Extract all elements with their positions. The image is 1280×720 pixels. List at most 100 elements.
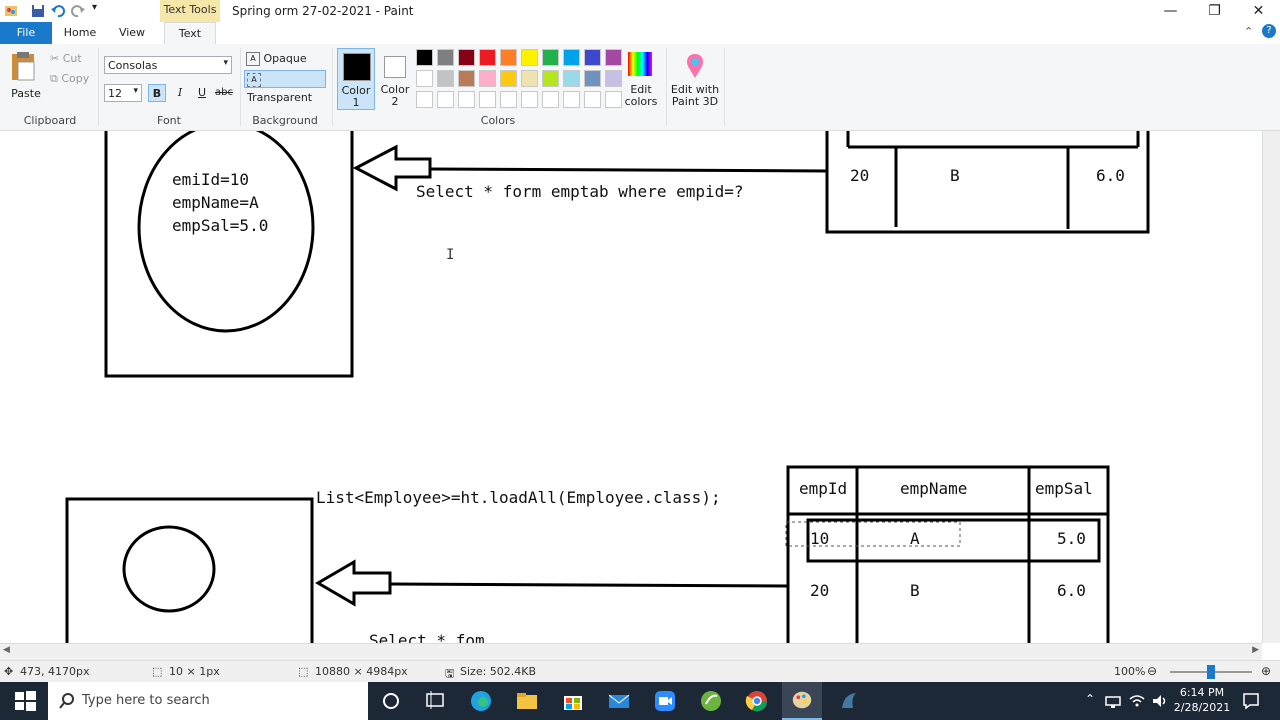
palette-swatch[interactable]: [584, 91, 601, 108]
store-icon[interactable]: [560, 688, 586, 714]
opaque-button[interactable]: A Opaque: [246, 50, 326, 68]
close-button[interactable]: ✕: [1236, 0, 1280, 22]
collapse-ribbon-icon[interactable]: ⌃: [1244, 25, 1253, 38]
palette-swatch[interactable]: [521, 49, 538, 66]
palette-swatch[interactable]: [563, 49, 580, 66]
mail-icon[interactable]: [606, 688, 632, 714]
palette-swatch[interactable]: [416, 70, 433, 87]
underline-button[interactable]: U: [193, 84, 211, 102]
palette-swatch[interactable]: [521, 91, 538, 108]
font-family-select[interactable]: Consolas ▾: [104, 56, 232, 74]
palette-swatch[interactable]: [458, 91, 475, 108]
font-size-select[interactable]: 12 ▾: [104, 84, 142, 102]
bottom-row1-sal: 5.0: [1057, 529, 1086, 548]
palette-swatch[interactable]: [542, 91, 559, 108]
palette-swatch[interactable]: [563, 70, 580, 87]
tab-text[interactable]: Text: [164, 22, 216, 45]
bold-button[interactable]: B: [148, 84, 166, 102]
redo-icon[interactable]: [70, 3, 86, 19]
palette-swatch[interactable]: [458, 70, 475, 87]
scroll-left-icon[interactable]: ◀: [3, 645, 10, 655]
drawing-canvas[interactable]: emiId=10 empName=A empSal=5.0 Select * f…: [0, 131, 1262, 643]
color1-button[interactable]: Color 1: [337, 48, 375, 110]
bottom-table-header-id: empId: [799, 479, 848, 498]
chevron-down-icon: ▾: [223, 58, 228, 68]
file-explorer-icon[interactable]: [514, 688, 540, 714]
scissors-icon: ✂: [50, 52, 60, 65]
top-table-name: B: [950, 166, 960, 185]
palette-swatch[interactable]: [479, 91, 496, 108]
edit-with-paint3d-button[interactable]: Edit with Paint 3D: [670, 48, 720, 110]
mysql-icon[interactable]: [836, 688, 862, 714]
customize-qat-icon[interactable]: ▾: [92, 2, 108, 18]
tab-file[interactable]: File: [0, 22, 52, 44]
palette-swatch[interactable]: [458, 49, 475, 66]
cut-label: Cut: [62, 52, 82, 65]
transparent-button[interactable]: A Transparent: [244, 70, 326, 104]
cortana-icon[interactable]: [378, 688, 404, 714]
edit-colors-button[interactable]: Edit colors: [624, 48, 658, 110]
zoom-out-icon[interactable]: ⊖: [1147, 664, 1157, 678]
paint-taskbar-button[interactable]: [782, 682, 822, 720]
paint-icon: [792, 691, 812, 709]
zoom-slider[interactable]: [1170, 665, 1252, 679]
paint3d-icon: [687, 54, 703, 78]
task-view-icon[interactable]: [422, 688, 448, 714]
horizontal-scrollbar[interactable]: ◀ ▶: [0, 643, 1262, 661]
italic-button[interactable]: I: [171, 84, 189, 102]
edge-icon[interactable]: [468, 688, 494, 714]
palette-swatch[interactable]: [542, 70, 559, 87]
palette-swatch[interactable]: [584, 70, 601, 87]
network-icon[interactable]: [1104, 693, 1122, 709]
search-icon: [59, 693, 74, 709]
zoom-slider-thumb[interactable]: [1207, 665, 1215, 679]
palette-swatch[interactable]: [479, 49, 496, 66]
palette-swatch[interactable]: [437, 49, 454, 66]
copy-button[interactable]: ⧉ Copy: [50, 72, 89, 86]
save-icon[interactable]: [30, 3, 46, 19]
palette-swatch[interactable]: [500, 91, 517, 108]
palette-swatch[interactable]: [584, 49, 601, 66]
volume-icon[interactable]: [1151, 693, 1169, 709]
palette-swatch[interactable]: [521, 70, 538, 87]
tray-chevron-icon[interactable]: ⌃: [1085, 692, 1095, 706]
tab-home[interactable]: Home: [58, 22, 102, 44]
color2-button[interactable]: Color 2: [378, 48, 412, 110]
notifications-icon[interactable]: [1242, 692, 1260, 710]
chrome-icon[interactable]: [744, 688, 770, 714]
palette-swatch[interactable]: [416, 49, 433, 66]
top-object-line2: empName=A: [172, 193, 259, 212]
selection-icon: ⬚: [152, 665, 163, 678]
top-object-line3: empSal=5.0: [172, 216, 269, 235]
undo-icon[interactable]: [50, 3, 66, 19]
tab-view[interactable]: View: [110, 22, 154, 44]
palette-swatch[interactable]: [437, 91, 454, 108]
bottom-arrow-line: [389, 582, 789, 588]
wifi-icon[interactable]: [1128, 693, 1146, 709]
scroll-right-icon[interactable]: ▶: [1252, 645, 1259, 655]
zoom-app-icon[interactable]: [652, 688, 678, 714]
paste-button[interactable]: Paste: [8, 50, 44, 102]
palette-swatch[interactable]: [437, 70, 454, 87]
cut-button[interactable]: ✂ Cut: [50, 52, 82, 65]
vertical-scrollbar[interactable]: [1262, 131, 1280, 643]
spring-tool-icon[interactable]: [698, 688, 724, 714]
minimize-button[interactable]: —: [1148, 0, 1193, 22]
palette-swatch[interactable]: [563, 91, 580, 108]
palette-swatch[interactable]: [542, 49, 559, 66]
palette-swatch[interactable]: [605, 91, 622, 108]
palette-swatch[interactable]: [500, 49, 517, 66]
palette-swatch[interactable]: [479, 70, 496, 87]
help-icon[interactable]: ?: [1262, 24, 1276, 38]
strikethrough-button[interactable]: abc: [214, 84, 234, 102]
maximize-button[interactable]: ❐: [1192, 0, 1237, 22]
palette-swatch[interactable]: [416, 91, 433, 108]
taskbar-search[interactable]: Type here to search: [48, 682, 368, 720]
taskbar: Type here to search ⌃ 6:14 PM 2/28/2021: [0, 682, 1280, 720]
clock[interactable]: 6:14 PM 2/28/2021: [1172, 685, 1232, 715]
palette-swatch[interactable]: [605, 49, 622, 66]
palette-swatch[interactable]: [500, 70, 517, 87]
palette-swatch[interactable]: [605, 70, 622, 87]
zoom-in-icon[interactable]: ⊕: [1261, 664, 1271, 678]
windows-start-icon[interactable]: [12, 688, 38, 714]
